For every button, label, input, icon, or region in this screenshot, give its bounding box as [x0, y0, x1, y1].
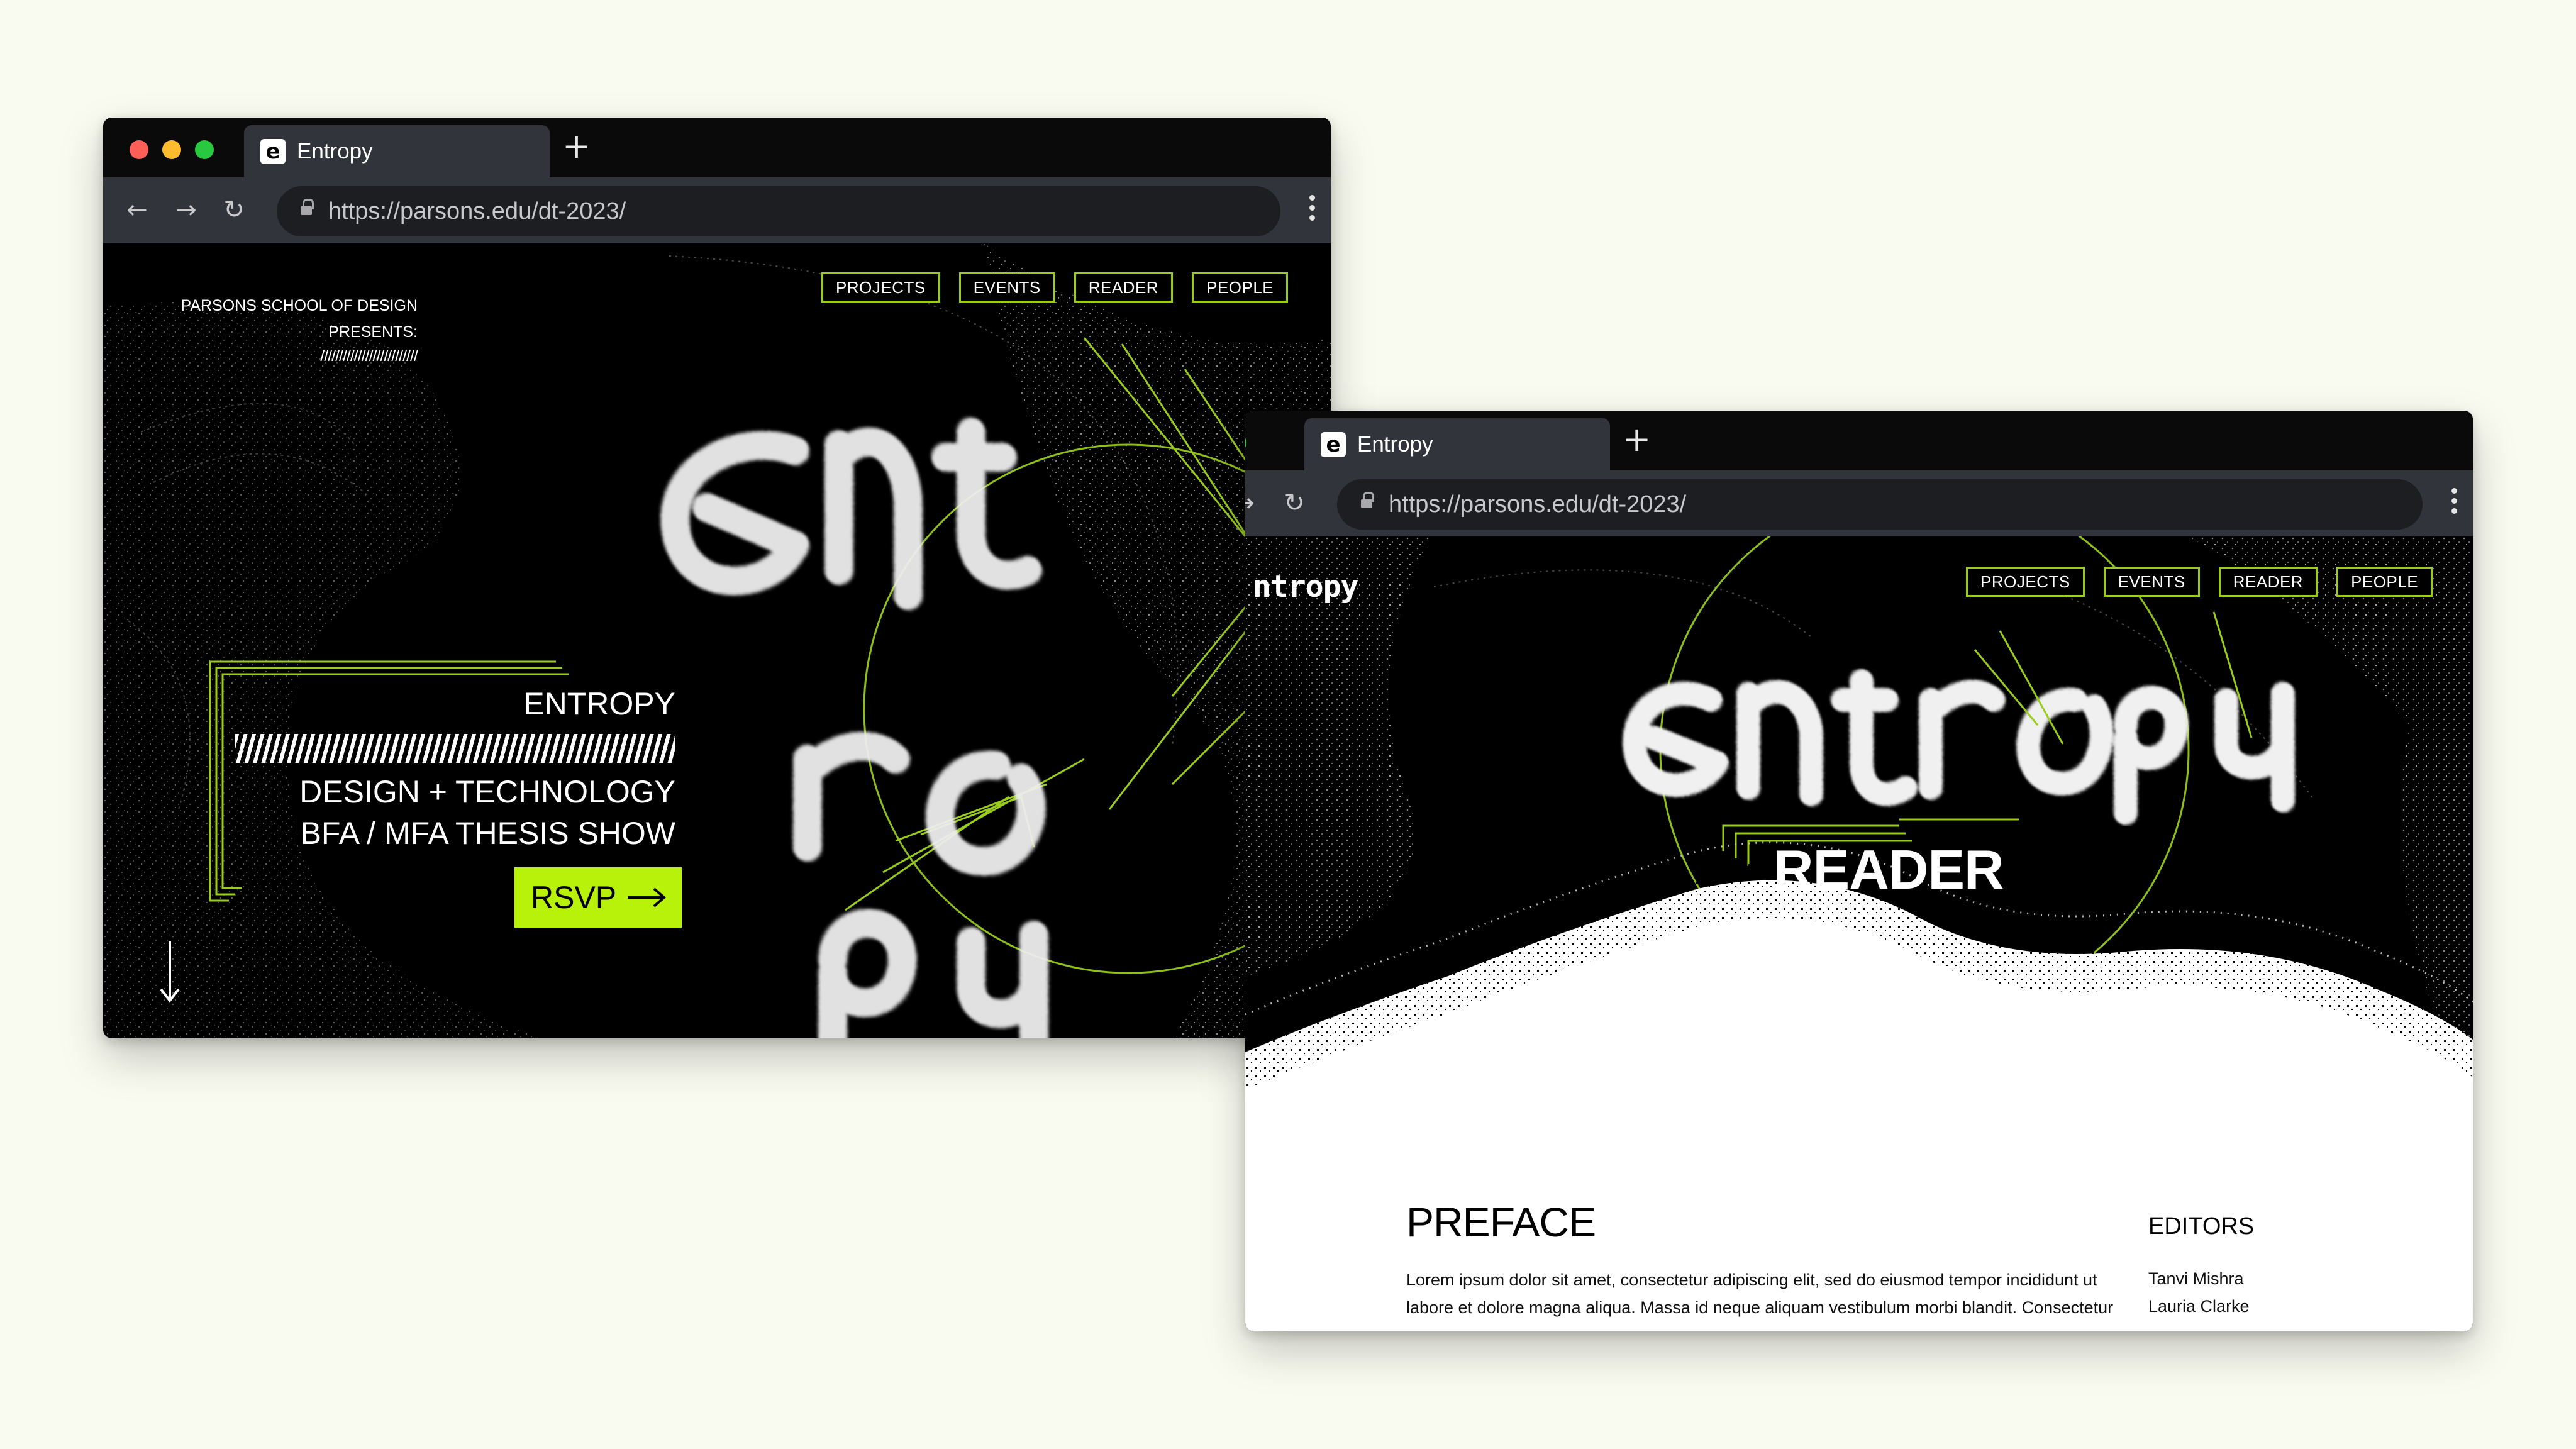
hero-subtitle-1: DESIGN + TECHNOLOGY: [299, 774, 675, 809]
address-bar[interactable]: https://parsons.edu/dt-2023/: [277, 186, 1280, 236]
zoom-window-button[interactable]: [195, 140, 214, 159]
presents-school: PARSONS SCHOOL OF DESIGN: [180, 297, 418, 314]
nav-events[interactable]: EVENTS: [958, 272, 1055, 303]
nav-reader[interactable]: READER: [1074, 272, 1174, 303]
close-window-button[interactable]: [130, 140, 148, 159]
plus-icon[interactable]: +: [1623, 419, 1651, 460]
zoom-window-button[interactable]: [1245, 433, 1246, 452]
page-content-home: PARSONS SCHOOL OF DESIGN PRESENTS: /////…: [103, 243, 1331, 1038]
hero-stripe-bar: [235, 734, 675, 763]
editor-name: Tanvi Mishra: [2148, 1269, 2244, 1288]
entropy-e-icon: e: [260, 139, 286, 164]
reload-icon[interactable]: ↻: [216, 192, 252, 228]
editors-list: Tanvi Mishra Lauria Clarke: [2148, 1265, 2250, 1320]
tab-entropy[interactable]: e Entropy: [1304, 418, 1610, 470]
editors-heading: EDITORS: [2148, 1213, 2255, 1240]
nav-reader[interactable]: READER: [2218, 567, 2318, 597]
arrow-left-icon[interactable]: ←: [119, 192, 155, 228]
browser-window-reader: e Entropy + → ↻ https://parsons.edu/dt-2…: [1245, 411, 2473, 1331]
presents-label: PRESENTS:: [328, 323, 418, 341]
entropy-e-icon: e: [1321, 432, 1346, 457]
address-bar[interactable]: https://parsons.edu/dt-2023/: [1337, 479, 2423, 530]
more-menu-icon[interactable]: [1307, 195, 1317, 228]
nav-projects[interactable]: PROJECTS: [821, 272, 940, 303]
hero-subtitle-2: BFA / MFA THESIS SHOW: [300, 816, 675, 851]
nav-events[interactable]: EVENTS: [2103, 567, 2200, 597]
rsvp-label: RSVP: [531, 880, 617, 915]
presents-slashes: //////////////////////////: [320, 347, 418, 365]
site-nav: PROJECTS EVENTS READER PEOPLE: [821, 272, 1289, 303]
window-controls: [130, 140, 214, 159]
tab-entropy[interactable]: e Entropy: [244, 125, 550, 177]
arrow-right-icon[interactable]: →: [169, 192, 204, 228]
preface-heading: PREFACE: [1406, 1199, 1596, 1245]
browser-toolbar: ← → ↻ https://parsons.edu/dt-2023/: [103, 177, 1331, 243]
nav-people[interactable]: PEOPLE: [2336, 567, 2433, 597]
lock-icon: [301, 199, 314, 218]
tab-strip: e Entropy +: [1245, 411, 2473, 470]
nav-people[interactable]: PEOPLE: [1192, 272, 1289, 303]
browser-toolbar: → ↻ https://parsons.edu/dt-2023/: [1245, 470, 2473, 536]
tab-title: Entropy: [1357, 432, 1433, 457]
page-content-reader: ntropy PROJECTS EVENTS READER PEOPLE REA…: [1245, 536, 2473, 1331]
lock-icon: [1361, 492, 1374, 511]
arrow-down-icon[interactable]: [157, 941, 182, 1004]
browser-chrome: e Entropy + ← → ↻ https://parsons.edu/dt…: [103, 118, 1331, 243]
tab-strip: e Entropy +: [103, 118, 1331, 177]
editor-name: Lauria Clarke: [2148, 1297, 2250, 1316]
rsvp-button[interactable]: RSVP: [514, 867, 682, 928]
preface-body: Lorem ipsum dolor sit amet, consectetur …: [1406, 1270, 2114, 1331]
hero-block: ENTROPY DESIGN + TECHNOLOGY BFA / MFA TH…: [210, 684, 682, 948]
site-nav: PROJECTS EVENTS READER PEOPLE: [1966, 567, 2433, 597]
entropy-wordmark[interactable]: ntropy: [1253, 568, 1358, 606]
url-text: https://parsons.edu/dt-2023/: [328, 198, 626, 225]
more-menu-icon[interactable]: [2449, 488, 2459, 521]
tab-title: Entropy: [297, 139, 373, 164]
arrow-right-icon: [628, 887, 667, 908]
browser-window-home: e Entropy + ← → ↻ https://parsons.edu/dt…: [103, 118, 1331, 1038]
page-title: READER: [1774, 838, 2004, 901]
browser-chrome: e Entropy + → ↻ https://parsons.edu/dt-2…: [1245, 411, 2473, 536]
url-text: https://parsons.edu/dt-2023/: [1389, 491, 1687, 518]
presents-block: PARSONS SCHOOL OF DESIGN PRESENTS: /////…: [179, 292, 418, 367]
reload-icon[interactable]: ↻: [1277, 486, 1312, 521]
minimize-window-button[interactable]: [162, 140, 181, 159]
plus-icon[interactable]: +: [562, 126, 591, 167]
nav-projects[interactable]: PROJECTS: [1966, 567, 2085, 597]
window-controls: [1245, 433, 1246, 452]
arrow-right-icon[interactable]: →: [1245, 486, 1262, 521]
hero-title: ENTROPY: [523, 686, 675, 721]
